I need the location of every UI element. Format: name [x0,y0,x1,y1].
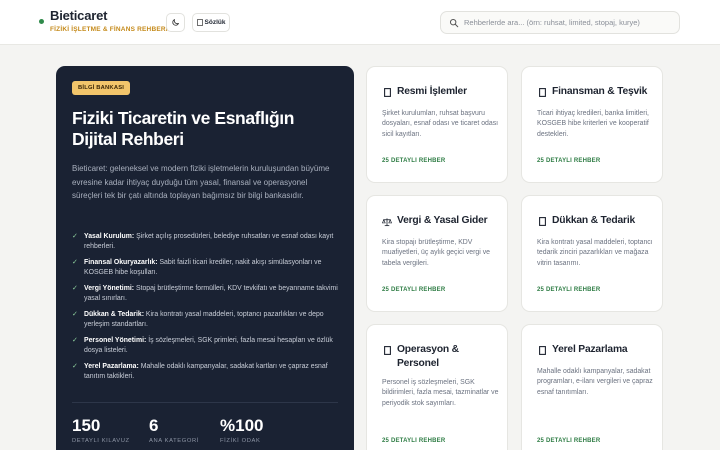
check-icon: ✓ [72,259,78,266]
feature-title: Vergi Yönetimi: [84,285,135,292]
theme-toggle-button[interactable] [166,13,185,32]
brand-dot-icon [39,19,44,24]
feature-title: Yasal Kurulum: [84,233,135,240]
hero-title: Fiziki Ticaretin ve Esnaflığın Dijital R… [72,108,295,149]
dictionary-button[interactable]: Sözlük [192,13,230,32]
card-guide-link[interactable]: 25 DETAYLI REHBER [537,287,600,293]
feature-list: ✓ Yasal Kurulum: Şirket açılış prosedürle… [72,232,338,388]
hero-badge: BİLGİ BANKASI [72,81,131,95]
brand-subtitle: FİZİKİ İŞLETME & FİNANS REHBERİ [50,26,168,33]
stats-divider [72,402,338,403]
hero-description: Bieticaret: geleneksel ve modern fiziki … [72,164,330,200]
check-icon: ✓ [72,233,78,240]
category-card-operations[interactable]: Operasyon & Personel Personel iş sözleşm… [366,324,508,450]
card-guide-link[interactable]: 25 DETAYLI REHBER [382,287,445,293]
dictionary-label: Sözlük [204,19,226,26]
stat-label: ANA KATEGORİ [149,438,199,444]
brand-title[interactable]: Bieticaret [50,8,107,23]
category-card-tax[interactable]: Vergi & Yasal Gider Kira stopajı brütleş… [366,195,508,312]
feature-item: ✓ Vergi Yönetimi: Stopaj brütleştirme for… [72,284,338,304]
stat-number: %100 [220,416,264,435]
store-icon [537,215,547,228]
feature-item: ✓ Dükkan & Tedarik: Kira kontratı yasal m… [72,310,338,330]
stat-number: 6 [149,416,159,435]
card-title: Vergi & Yasal Gider [397,215,488,226]
category-card-store[interactable]: Dükkan & Tedarik Kira kontratı yasal mad… [521,195,663,312]
book-icon [196,19,203,26]
feature-item: ✓ Yasal Kurulum: Şirket açılış prosedürle… [72,232,338,252]
card-description: Kira stopajı brütleştirme, KDV muafiyetl… [382,239,490,267]
card-description: Personel iş sözleşmeleri, SGK bildirimle… [382,379,499,407]
top-header: Bieticaret FİZİKİ İŞLETME & FİNANS REHBE… [0,0,720,45]
card-guide-link[interactable]: 25 DETAYLI REHBER [537,438,600,444]
card-description: Kira kontratı yasal maddeleri, toptancı … [537,239,653,267]
stat-guides: 150 DETAYLI KILAVUZ [72,416,130,444]
category-card-marketing[interactable]: Yerel Pazarlama Mahalle odaklı kampanyal… [521,324,663,450]
stat-label: FİZİKİ ODAK [220,438,261,444]
category-card-official[interactable]: Resmi İşlemler Şirket kurulumları, ruhsa… [366,66,508,183]
people-icon [382,344,392,357]
card-guide-link[interactable]: 25 DETAYLI REHBER [382,438,445,444]
stat-label: DETAYLI KILAVUZ [72,438,130,444]
stat-focus: %100 FİZİKİ ODAK [220,416,263,444]
moon-icon [172,19,179,26]
card-guide-link[interactable]: 25 DETAYLI REHBER [537,158,600,164]
card-description: Şirket kurulumları, ruhsat başvuru dosya… [382,110,499,138]
card-title: Resmi İşlemler [397,86,467,97]
card-description: Mahalle odaklı kampanyalar, sadakat prog… [537,368,653,396]
feature-title: Yerel Pazarlama: [84,363,139,370]
feature-title: Personel Yönetimi: [84,337,147,344]
document-icon [382,86,392,99]
card-title: Operasyon & Personel [397,344,459,369]
feature-item: ✓ Personel Yönetimi: İş sözleşmeleri, SGK… [72,336,338,356]
card-description: Ticari ihtiyaç kredileri, banka limitler… [537,110,649,138]
check-icon: ✓ [72,363,78,370]
check-icon: ✓ [72,337,78,344]
card-guide-link[interactable]: 25 DETAYLI REHBER [382,158,445,164]
check-icon: ✓ [72,285,78,292]
scale-icon [382,215,392,228]
search-input[interactable] [464,18,679,27]
megaphone-icon [537,344,547,357]
feature-title: Dükkan & Tedarik: [84,311,144,318]
stat-number: 150 [72,416,101,435]
feature-item: ✓ Yerel Pazarlama: Mahalle odaklı kampany… [72,362,338,382]
feature-item: ✓ Finansal Okuryazarlık: Sabit faizli tic… [72,258,338,278]
card-title: Finansman & Teşvik [552,86,648,97]
check-icon: ✓ [72,311,78,318]
search-box[interactable] [440,11,680,34]
feature-title: Finansal Okuryazarlık: [84,259,158,266]
hero-panel: BİLGİ BANKASI Fiziki Ticaretin ve Esnafl… [56,66,354,450]
search-icon [449,18,459,28]
stat-categories: 6 ANA KATEGORİ [149,416,199,444]
category-card-finance[interactable]: Finansman & Teşvik Ticari ihtiyaç kredil… [521,66,663,183]
card-title: Yerel Pazarlama [552,344,628,355]
card-title: Dükkan & Tedarik [552,215,636,226]
money-icon [537,86,547,99]
